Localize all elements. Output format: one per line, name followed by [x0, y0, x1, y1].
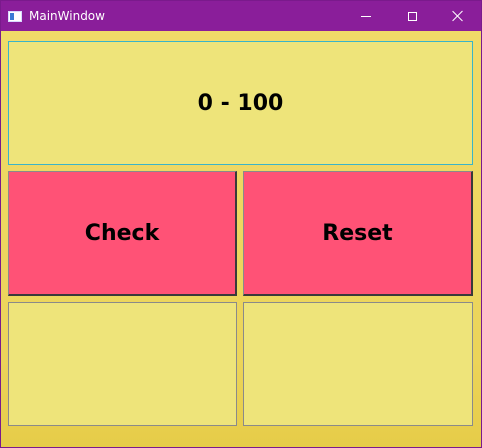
close-icon: [452, 10, 464, 22]
range-label: 0 - 100: [8, 41, 473, 165]
check-button[interactable]: Check: [8, 171, 237, 296]
main-window: MainWindow 0 - 100 Check Reset: [0, 0, 482, 448]
maximize-icon: [407, 11, 417, 21]
window-title: MainWindow: [29, 9, 105, 23]
right-input-field[interactable]: [243, 302, 473, 426]
minimize-icon: [361, 15, 371, 17]
left-input-field[interactable]: [8, 302, 237, 426]
maximize-button[interactable]: [389, 1, 435, 31]
window-app-icon: [8, 10, 22, 22]
reset-button[interactable]: Reset: [243, 171, 473, 296]
minimize-button[interactable]: [343, 1, 389, 31]
close-button[interactable]: [435, 1, 481, 31]
title-bar[interactable]: MainWindow: [1, 1, 481, 31]
